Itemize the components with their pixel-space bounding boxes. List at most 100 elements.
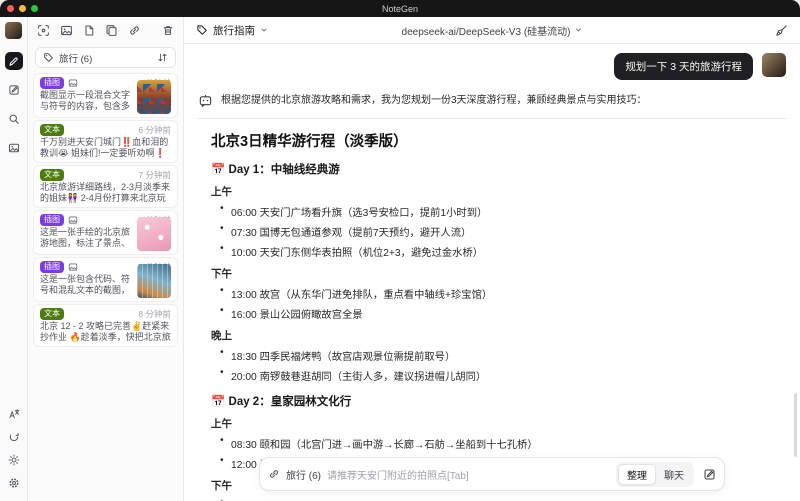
- assistant-message-row: 根据您提供的北京旅游攻略和需求，我为您规划一份3天深度游行程，兼顾经典景点与实用…: [198, 93, 786, 108]
- chevron-down-icon: [261, 28, 267, 32]
- itinerary-item: 13:00 故宫（从东华门进免排队，重点看中轴线+珍宝馆）: [220, 285, 789, 301]
- translate-icon: [8, 409, 19, 419]
- itinerary-item: 20:00 南锣鼓巷逛胡同（主街人多，建议拐进帽儿胡同）: [220, 367, 789, 383]
- note-list: 插图 6 分钟前 截图显示一段混合文字与符号的内容，包含多行无序排列的字母、数字…: [28, 72, 183, 348]
- search-tab-button[interactable]: [5, 110, 23, 128]
- input-tag-chip[interactable]: 旅行 (6): [286, 467, 321, 482]
- note-thumbnail: [137, 80, 171, 114]
- note-timestamp: 6 分钟前: [138, 125, 171, 135]
- scrollbar-thumb[interactable]: [794, 393, 797, 457]
- screenshot-button[interactable]: [37, 24, 50, 37]
- gear-icon: [9, 478, 18, 488]
- window-title: NoteGen: [381, 3, 419, 14]
- note-timestamp: 7 分钟前: [138, 170, 171, 180]
- insert-file-button[interactable]: [83, 24, 95, 37]
- mode-segmented-control: 整理 聊天: [616, 461, 694, 487]
- user-message-bubble: 规划一下 3 天的旅游行程: [614, 53, 753, 80]
- pen-icon: [9, 56, 18, 66]
- organize-mode-button[interactable]: 整理: [618, 463, 656, 485]
- note-preview-text: 截图显示一段混合文字与符号的内容，包含多行无序排列的字母、数字和符...: [40, 90, 131, 111]
- chat-area: 规划一下 3 天的旅游行程 根据您提供的北京旅游攻略和需求，我为您规划一份3天深…: [184, 45, 800, 501]
- sort-icon: [158, 53, 167, 62]
- square-pen-icon: [8, 85, 19, 95]
- clear-chat-button[interactable]: [775, 24, 788, 37]
- language-button[interactable]: [5, 405, 23, 423]
- itinerary-item: 16:00 景山公园俯瞰故宫全景: [220, 305, 789, 321]
- file-icon: [85, 25, 94, 36]
- day-heading: 📅 Day 1：中轴线经典游: [211, 164, 340, 176]
- time-of-day-label: 上午: [211, 186, 232, 198]
- note-card[interactable]: 插图 6 分钟前 截图显示一段混合文字与符号的内容，包含多行无序排列的字母、数字…: [33, 73, 178, 118]
- model-name: deepseek-ai/DeepSeek-V3 (硅基流动): [401, 26, 571, 38]
- note-type-badge: 文本: [40, 169, 64, 181]
- insert-link-button[interactable]: [128, 24, 141, 37]
- itinerary-title: 北京3日精华游行程（淡季版）: [211, 134, 408, 150]
- image-icon: [61, 25, 72, 36]
- day-heading: 📅 Day 2：皇家园林文化行: [211, 396, 352, 408]
- user-avatar: [762, 53, 786, 77]
- note-card[interactable]: 文本 8 分钟前 北京 12 - 2 攻略已完善✌️赶紧来抄作业 🔥趁着淡季，快…: [33, 304, 178, 347]
- note-preview-text: 北京 12 - 2 攻略已完善✌️赶紧来抄作业 🔥趁着淡季，快把北京旅游攻略重新…: [40, 321, 171, 342]
- theme-button[interactable]: [5, 451, 23, 469]
- main-panel: 旅行指南 deepseek-ai/DeepSeek-V3 (硅基流动) 规划一下…: [184, 17, 800, 501]
- notes-sidebar: 旅行 (6) 插图 6 分钟前 截图显示一段混合文字与符号的内容，包含多行无序排…: [28, 17, 184, 501]
- gallery-tab-button[interactable]: [5, 139, 23, 157]
- time-of-day-label: 上午: [211, 418, 232, 430]
- itinerary-item: 10:00 天安门东侧华表拍照（机位2+3，避免过金水桥）: [220, 243, 789, 259]
- document-title: 旅行指南: [213, 24, 255, 37]
- sort-button[interactable]: [157, 52, 168, 63]
- chat-input-bar[interactable]: 旅行 (6) 请推荐天安门附近的拍照点[Tab] 整理 聊天: [259, 457, 725, 491]
- trash-button[interactable]: [162, 24, 174, 37]
- note-timestamp: 8 分钟前: [138, 309, 171, 319]
- user-message-row: 规划一下 3 天的旅游行程: [198, 53, 786, 80]
- assistant-intro-text: 根据您提供的北京旅游攻略和需求，我为您规划一份3天深度游行程，兼顾经典景点与实用…: [221, 95, 647, 106]
- insert-image-button[interactable]: [60, 24, 73, 37]
- time-of-day-label: 晚上: [211, 330, 232, 342]
- picture-icon: [68, 79, 78, 87]
- picture-icon: [68, 216, 78, 224]
- note-preview-text: 这是一张手绘的北京旅游地图，标注了景点、交通方式和门票价格，如天安...: [40, 227, 131, 248]
- tag-icon: [44, 53, 53, 62]
- model-selector[interactable]: deepseek-ai/DeepSeek-V3 (硅基流动): [402, 23, 583, 38]
- screenshot-icon: [38, 25, 49, 36]
- main-header: 旅行指南 deepseek-ai/DeepSeek-V3 (硅基流动): [184, 17, 800, 44]
- chat-mode-button[interactable]: 聊天: [656, 465, 692, 484]
- write-tab-button[interactable]: [5, 81, 23, 99]
- image-icon: [8, 143, 19, 153]
- note-thumbnail: [137, 217, 171, 251]
- note-card[interactable]: 插图 7 分钟前 这是一张包含代码、符号和混乱文本的截图，内容难以辨识，似乎涉及…: [33, 257, 178, 302]
- itinerary-item: 07:30 国博无包通道参观（提前7天预约，避开人流）: [220, 223, 789, 239]
- message-input[interactable]: 请推荐天安门附近的拍照点[Tab]: [327, 467, 610, 482]
- note-type-badge: 插图: [40, 261, 64, 273]
- note-type-badge: 文本: [40, 308, 64, 320]
- attach-link-icon: [269, 470, 279, 478]
- bot-icon: [199, 95, 212, 107]
- record-tab-button[interactable]: [4, 52, 23, 70]
- note-preview-text: 这是一张包含代码、符号和混乱文本的截图，内容难以辨识，似乎涉及技术...: [40, 274, 131, 295]
- clipboard-button[interactable]: [105, 24, 118, 37]
- settings-button[interactable]: [5, 474, 23, 492]
- picture-icon: [68, 263, 78, 271]
- sun-icon: [8, 454, 19, 466]
- time-of-day-label: 下午: [211, 268, 232, 280]
- note-preview-text: 北京旅游详细路线，2-3月淡季来的姐妹👭 2-4月份打算来北京玩的宝子 不用再翻…: [40, 182, 171, 203]
- itinerary-document: 北京3日精华游行程（淡季版） 📅 Day 1：中轴线经典游上午 06:00 天安门…: [211, 130, 789, 501]
- note-preview-text: 千万别进天安门城门‼️血和泪的教训😭 姐妹们!一定要听劝啊❗ 除非是预约了参观天…: [40, 137, 169, 158]
- note-thumbnail: [137, 264, 171, 298]
- note-type-badge: 文本: [40, 124, 64, 136]
- document-selector[interactable]: 旅行指南: [196, 23, 268, 38]
- note-card[interactable]: 文本 7 分钟前 北京旅游详细路线，2-3月淡季来的姐妹👭 2-4月份打算来北京…: [33, 165, 178, 208]
- compose-button[interactable]: [703, 468, 716, 481]
- sync-icon: [9, 432, 19, 442]
- note-type-badge: 插图: [40, 77, 64, 89]
- app-window: NoteGen 旅行 (6) 插图 截图显示一段混合文字与符号的内容，包含多 文…: [0, 0, 800, 501]
- user-avatar[interactable]: [5, 22, 22, 39]
- tag-filter[interactable]: 旅行 (6): [35, 47, 176, 68]
- sync-button[interactable]: [5, 428, 23, 446]
- left-rail: [0, 17, 28, 501]
- sidebar-toolbar: [28, 17, 183, 44]
- itinerary-item: 18:30 四季民福烤鸭（故宫店观景位需提前取号）: [220, 347, 789, 363]
- note-card[interactable]: 文本 6 分钟前 千万别进天安门城门‼️血和泪的教训😭 姐妹们!一定要听劝啊❗ …: [33, 120, 178, 163]
- itinerary-item: 06:00 天安门广场看升旗（选3号安检口，提前1小时到）: [220, 203, 789, 219]
- note-card[interactable]: 插图 7 分钟前 这是一张手绘的北京旅游地图，标注了景点、交通方式和门票价格，如…: [33, 210, 178, 255]
